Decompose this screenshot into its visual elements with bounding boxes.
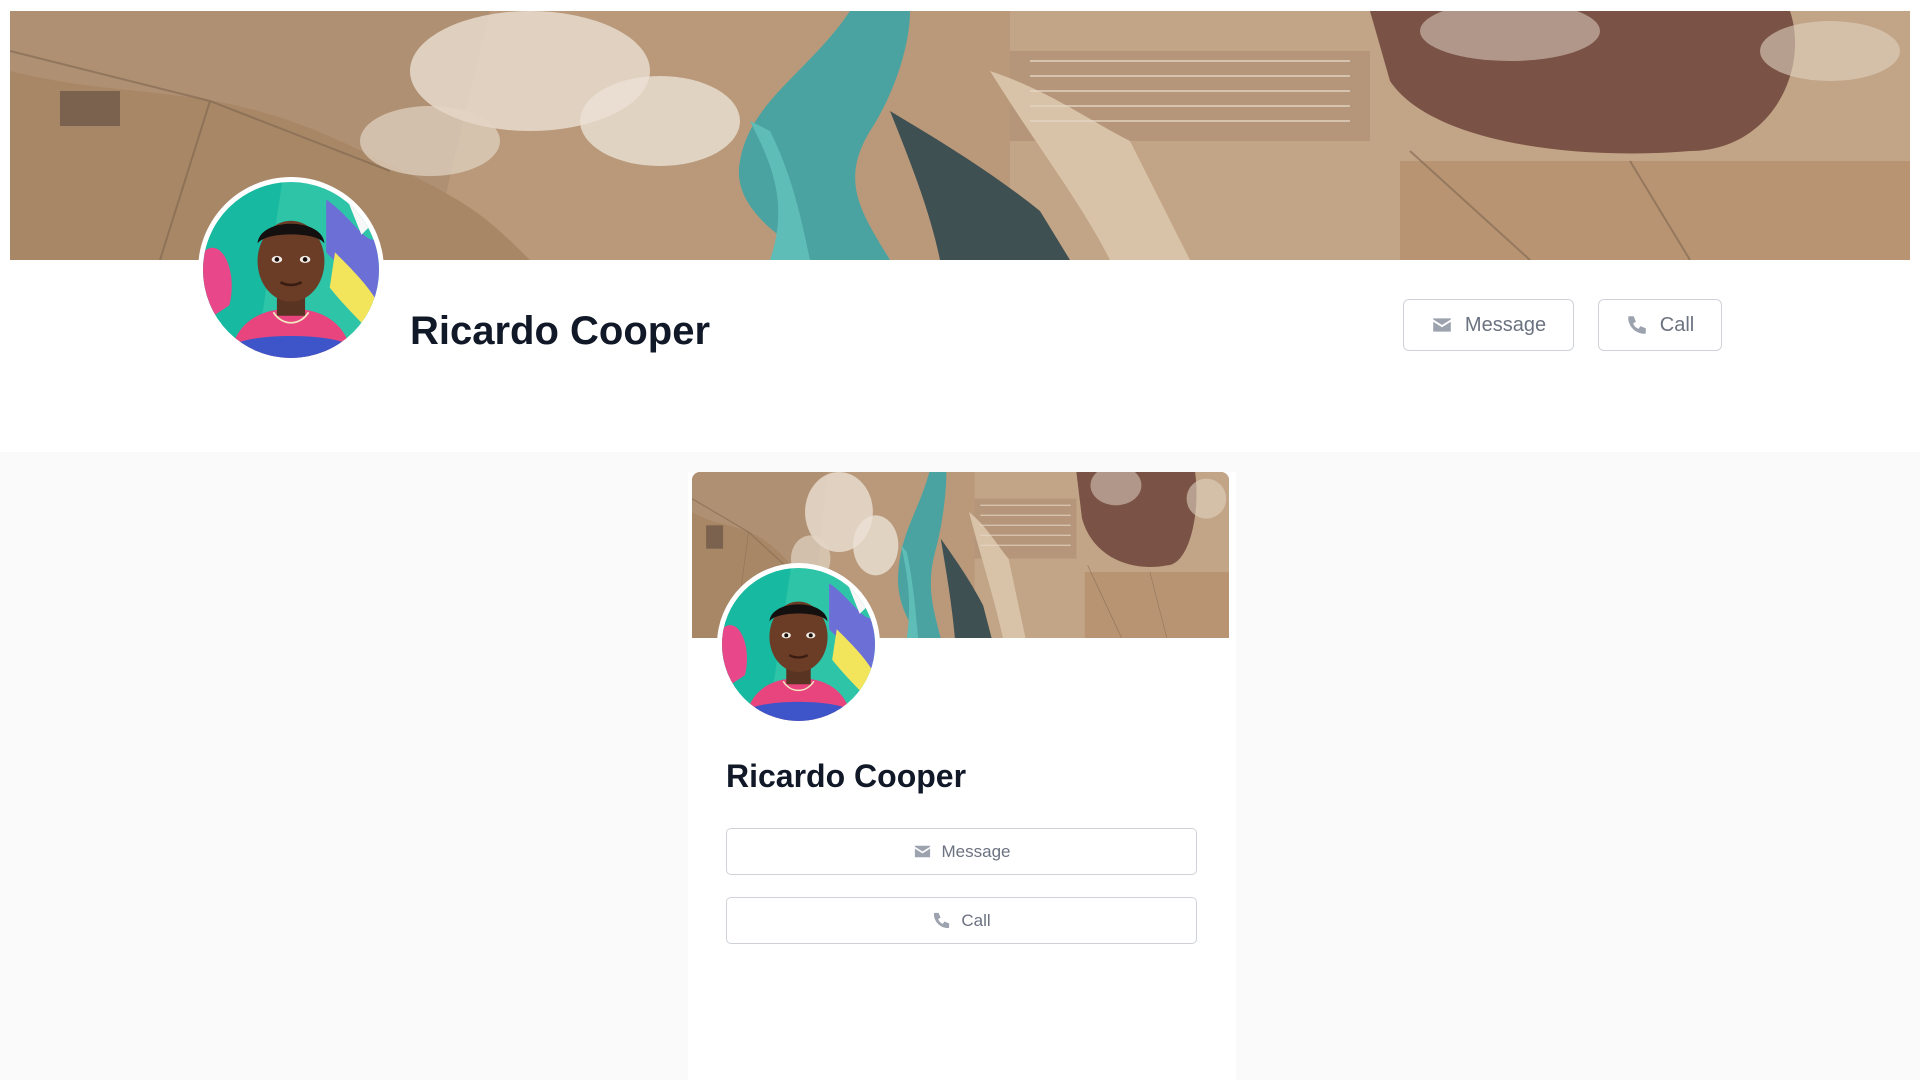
card-avatar bbox=[717, 563, 880, 726]
card-message-button-label: Message bbox=[941, 841, 1011, 861]
call-button[interactable]: Call bbox=[1598, 299, 1722, 351]
card-message-button[interactable]: Message bbox=[726, 828, 1197, 875]
card-call-button[interactable]: Call bbox=[726, 897, 1197, 944]
envelope-icon bbox=[1431, 314, 1453, 336]
envelope-icon bbox=[913, 842, 932, 861]
card-profile-name: Ricardo Cooper bbox=[726, 758, 967, 794]
message-button-label: Message bbox=[1464, 313, 1547, 336]
message-button[interactable]: Message bbox=[1403, 299, 1574, 351]
call-button-label: Call bbox=[1659, 313, 1695, 336]
phone-icon bbox=[1626, 314, 1648, 336]
avatar bbox=[198, 177, 384, 363]
card-call-button-label: Call bbox=[961, 910, 991, 930]
profile-name: Ricardo Cooper bbox=[410, 309, 711, 353]
profile-header: Ricardo Cooper Message Call bbox=[0, 0, 1920, 452]
phone-icon bbox=[932, 911, 951, 930]
